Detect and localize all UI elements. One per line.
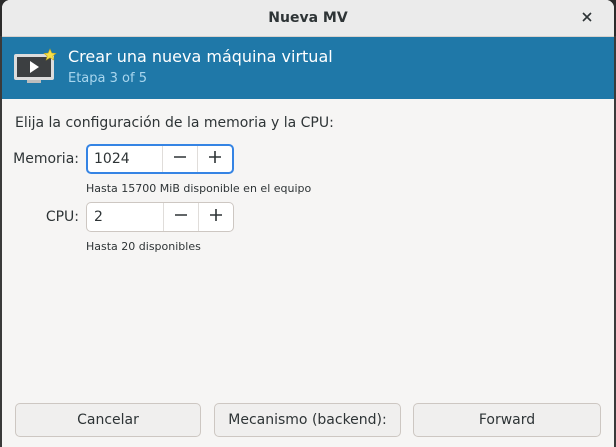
plus-icon — [209, 208, 223, 226]
form-content: Elija la configuración de la memoria y l… — [2, 99, 614, 399]
memory-value-input[interactable]: 1024 — [88, 146, 162, 172]
cpu-value-input[interactable]: 2 — [87, 203, 163, 231]
virtual-machine-icon — [13, 48, 57, 84]
close-icon — [582, 10, 592, 26]
header-banner: Crear una nueva máquina virtual Etapa 3 … — [2, 37, 614, 99]
close-button[interactable] — [578, 9, 596, 27]
cpu-spinbutton[interactable]: 2 — [86, 202, 234, 232]
window-title: Nueva MV — [268, 10, 348, 26]
titlebar: Nueva MV — [2, 0, 614, 37]
plus-icon — [208, 150, 222, 168]
memory-decrement-button[interactable] — [162, 146, 197, 172]
memory-increment-button[interactable] — [197, 146, 232, 172]
dialog-window: Nueva MV Crear una nueva máquina virtual… — [2, 0, 614, 447]
memory-label: Memoria: — [13, 151, 79, 167]
minus-icon — [173, 150, 187, 168]
forward-button[interactable]: Forward — [413, 403, 601, 437]
cpu-label: CPU: — [45, 209, 79, 225]
cpu-increment-button[interactable] — [198, 203, 233, 231]
banner-step-indicator: Etapa 3 of 5 — [68, 71, 147, 86]
memory-hint: Hasta 15700 MiB disponible en el equipo — [86, 182, 312, 195]
cpu-decrement-button[interactable] — [163, 203, 198, 231]
minus-icon — [174, 208, 188, 226]
cpu-hint: Hasta 20 disponibles — [86, 240, 201, 253]
cancel-button[interactable]: Cancelar — [15, 403, 201, 437]
backend-button[interactable]: Mecanismo (backend): — [214, 403, 401, 437]
memory-spinbutton[interactable]: 1024 — [86, 144, 234, 174]
banner-title: Crear una nueva máquina virtual — [68, 47, 333, 66]
form-instruction: Elija la configuración de la memoria y l… — [15, 115, 334, 131]
